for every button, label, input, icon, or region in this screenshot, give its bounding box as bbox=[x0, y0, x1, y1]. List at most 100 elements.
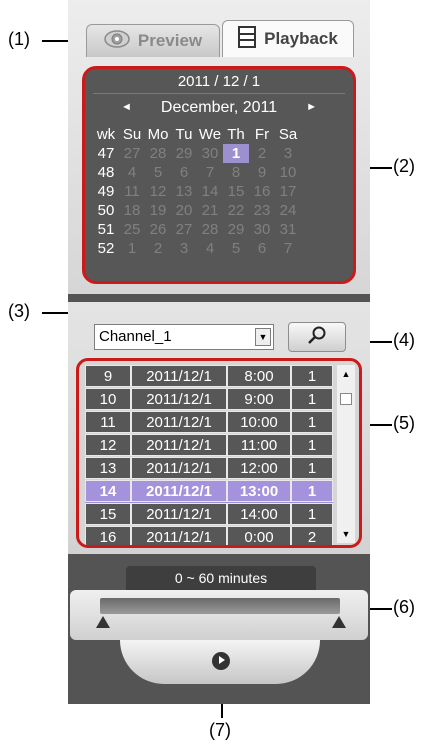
week-number: 48 bbox=[97, 164, 115, 181]
table-row[interactable]: 11 2011/12/1 10:00 1 bbox=[85, 411, 333, 434]
calendar-day[interactable]: 26 bbox=[145, 220, 171, 239]
table-row[interactable]: 13 2011/12/1 12:00 1 bbox=[85, 457, 333, 480]
calendar-day[interactable]: 17 bbox=[275, 182, 301, 201]
table-row[interactable]: 12 2011/12/1 11:00 1 bbox=[85, 434, 333, 457]
calendar-day[interactable]: 29 bbox=[171, 144, 197, 163]
weekday-header: wk bbox=[96, 126, 116, 143]
calendar-week-row: 51 25 26 27 28 29 30 31 bbox=[93, 220, 301, 239]
calendar-day[interactable]: 16 bbox=[249, 182, 275, 201]
calendar-day[interactable]: 9 bbox=[249, 163, 275, 182]
calendar-day[interactable]: 1 bbox=[119, 239, 145, 258]
calendar-day[interactable]: 5 bbox=[223, 239, 249, 258]
calendar-day[interactable]: 4 bbox=[119, 163, 145, 182]
calendar-day[interactable]: 31 bbox=[275, 220, 301, 239]
calendar-day[interactable]: 6 bbox=[171, 163, 197, 182]
calendar-day[interactable]: 30 bbox=[197, 144, 223, 163]
table-row[interactable]: 16 2011/12/1 0:00 2 bbox=[85, 526, 333, 545]
time-slider-track[interactable] bbox=[100, 598, 340, 614]
time-range-area: 0 ~ 60 minutes bbox=[68, 554, 370, 704]
record-time: 9:00 bbox=[227, 388, 291, 410]
eye-icon bbox=[104, 29, 130, 54]
calendar-day[interactable]: 28 bbox=[145, 144, 171, 163]
calendar-day[interactable]: 8 bbox=[223, 163, 249, 182]
week-number: 49 bbox=[97, 183, 115, 200]
calendar-day[interactable]: 7 bbox=[197, 163, 223, 182]
calendar-day[interactable]: 10 bbox=[275, 163, 301, 182]
record-index: 13 bbox=[85, 457, 131, 479]
calendar-day[interactable]: 12 bbox=[145, 182, 171, 201]
record-date: 2011/12/1 bbox=[131, 526, 227, 545]
calendar-day[interactable]: 7 bbox=[275, 239, 301, 258]
search-button[interactable] bbox=[288, 322, 346, 352]
calendar-day[interactable]: 13 bbox=[171, 182, 197, 201]
callout-4: (4) bbox=[393, 330, 415, 350]
table-row[interactable]: 15 2011/12/1 14:00 1 bbox=[85, 503, 333, 526]
calendar-week-row: 50 18 19 20 21 22 23 24 bbox=[93, 201, 301, 220]
record-date: 2011/12/1 bbox=[131, 503, 227, 525]
calendar-day[interactable]: 24 bbox=[275, 201, 301, 220]
week-number: 51 bbox=[97, 221, 115, 238]
calendar-day[interactable]: 23 bbox=[249, 201, 275, 220]
playback-panel: Preview Playback 2011 / 12 / 1 ◄ Decembe… bbox=[68, 0, 370, 704]
dropdown-arrow-icon[interactable]: ▼ bbox=[255, 328, 271, 346]
record-time: 10:00 bbox=[227, 411, 291, 433]
callout-7: (7) bbox=[209, 720, 231, 740]
film-strip-icon bbox=[238, 25, 257, 53]
calendar-day[interactable]: 11 bbox=[119, 182, 145, 201]
slider-start-handle[interactable] bbox=[96, 616, 110, 628]
record-channel: 1 bbox=[291, 388, 333, 410]
calendar-day[interactable]: 18 bbox=[119, 201, 145, 220]
channel-select[interactable]: Channel_1 ▼ bbox=[94, 324, 274, 350]
calendar-day[interactable]: 29 bbox=[223, 220, 249, 239]
record-time: 11:00 bbox=[227, 434, 291, 456]
callout-6: (6) bbox=[393, 597, 415, 617]
calendar-day[interactable]: 5 bbox=[145, 163, 171, 182]
tab-preview[interactable]: Preview bbox=[86, 24, 220, 57]
time-range-label: 0 ~ 60 minutes bbox=[126, 566, 316, 590]
calendar-day-selected[interactable]: 1 bbox=[223, 144, 249, 163]
play-button[interactable] bbox=[212, 652, 230, 670]
magnifier-icon bbox=[307, 325, 327, 350]
calendar-week-row: 47 27 28 29 30 1 2 3 bbox=[93, 144, 301, 163]
calendar-day[interactable]: 3 bbox=[171, 239, 197, 258]
calendar-day[interactable]: 2 bbox=[249, 144, 275, 163]
tab-playback-label: Playback bbox=[264, 29, 338, 48]
calendar-day[interactable]: 3 bbox=[275, 144, 301, 163]
record-date: 2011/12/1 bbox=[131, 411, 227, 433]
callout-3: (3) bbox=[8, 301, 30, 321]
calendar-day[interactable]: 21 bbox=[197, 201, 223, 220]
calendar-day[interactable]: 2 bbox=[145, 239, 171, 258]
tab-playback[interactable]: Playback bbox=[222, 20, 354, 57]
scroll-thumb[interactable] bbox=[340, 393, 352, 405]
calendar-day[interactable]: 27 bbox=[119, 144, 145, 163]
scroll-down-arrow-icon[interactable]: ▼ bbox=[337, 529, 355, 539]
record-channel: 1 bbox=[291, 503, 333, 525]
next-month-arrow-icon[interactable]: ► bbox=[306, 101, 317, 113]
calendar-day[interactable]: 28 bbox=[197, 220, 223, 239]
table-row-selected[interactable]: 14 2011/12/1 13:00 1 bbox=[85, 480, 333, 503]
record-table: 9 2011/12/1 8:00 1 10 2011/12/1 9:00 1 11 2011/12… bbox=[85, 365, 333, 545]
calendar-day[interactable]: 27 bbox=[171, 220, 197, 239]
calendar-day[interactable]: 22 bbox=[223, 201, 249, 220]
record-channel: 1 bbox=[291, 457, 333, 479]
scroll-up-arrow-icon[interactable]: ▲ bbox=[337, 369, 355, 379]
calendar-week-row: 48 4 5 6 7 8 9 10 bbox=[93, 163, 301, 182]
slider-end-handle[interactable] bbox=[332, 616, 346, 628]
calendar-week-row: 52 1 2 3 4 5 6 7 bbox=[93, 239, 301, 258]
calendar-day[interactable]: 19 bbox=[145, 201, 171, 220]
calendar-day[interactable]: 6 bbox=[249, 239, 275, 258]
record-channel: 1 bbox=[291, 365, 333, 387]
calendar-day[interactable]: 25 bbox=[119, 220, 145, 239]
weekday-header: Th bbox=[227, 126, 245, 143]
calendar-day[interactable]: 4 bbox=[197, 239, 223, 258]
calendar-day[interactable]: 20 bbox=[171, 201, 197, 220]
weekday-header: Fr bbox=[254, 126, 270, 143]
calendar-day[interactable]: 30 bbox=[249, 220, 275, 239]
calendar-day[interactable]: 15 bbox=[223, 182, 249, 201]
calendar-day[interactable]: 14 bbox=[197, 182, 223, 201]
record-time: 14:00 bbox=[227, 503, 291, 525]
record-channel: 1 bbox=[291, 480, 333, 502]
scrollbar[interactable]: ▲ ▼ bbox=[337, 365, 355, 543]
table-row[interactable]: 10 2011/12/1 9:00 1 bbox=[85, 388, 333, 411]
table-row[interactable]: 9 2011/12/1 8:00 1 bbox=[85, 365, 333, 388]
